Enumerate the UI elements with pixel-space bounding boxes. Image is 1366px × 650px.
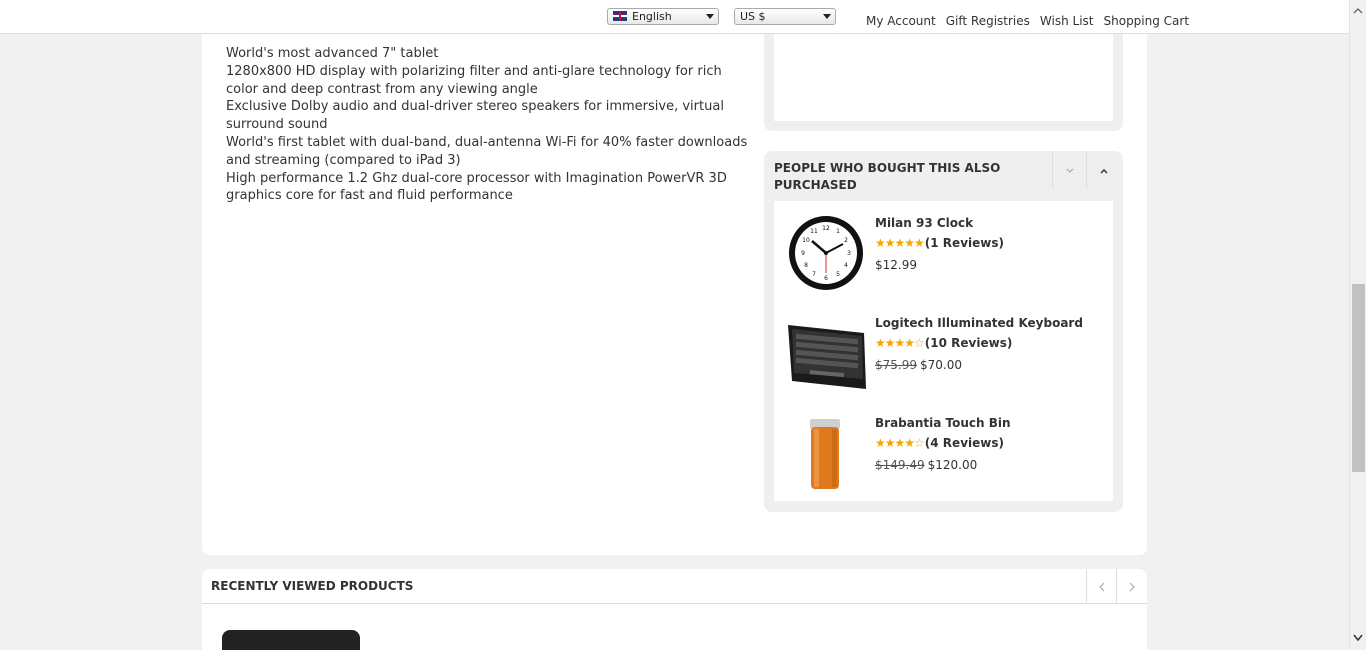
product-price: $149.49 $120.00	[875, 458, 977, 472]
scroll-up-icon[interactable]	[1353, 6, 1363, 16]
current-price: $120.00	[927, 458, 978, 472]
page-scrollbar[interactable]	[1349, 0, 1366, 650]
review-count[interactable]: (10 Reviews)	[925, 336, 1013, 350]
scroll-down-icon[interactable]	[1353, 634, 1363, 642]
product-rating: ★★★★★(1 Reviews)	[875, 236, 1004, 250]
svg-text:1: 1	[836, 228, 840, 235]
svg-text:8: 8	[804, 262, 808, 269]
feature-item: World's first tablet with dual-band, dua…	[226, 134, 748, 168]
account-links: My Account Gift Registries Wish List Shoppi…	[866, 14, 1199, 28]
recently-viewed-header: RECENTLY VIEWED PRODUCTS	[202, 569, 1147, 604]
collapse-up-button[interactable]	[1086, 151, 1120, 189]
currency-select[interactable]: US $	[734, 8, 836, 25]
product-rating: ★★★★☆(4 Reviews)	[875, 436, 1004, 450]
my-account-link[interactable]: My Account	[866, 14, 936, 28]
chevron-up-icon	[1099, 168, 1108, 174]
collapse-down-button[interactable]	[1052, 151, 1086, 189]
current-price: $12.99	[875, 258, 917, 272]
chevron-left-icon	[1098, 582, 1104, 591]
svg-text:7: 7	[812, 271, 816, 278]
review-count[interactable]: (4 Reviews)	[925, 436, 1004, 450]
old-price: $149.49	[875, 458, 925, 472]
also-purchased-list: 12 1 2 345 678 9 10 11 Milan 93 Clock ★★★★★(…	[774, 201, 1113, 501]
svg-text:4: 4	[844, 262, 848, 269]
top-bar: English US $ My Account Gift Registries Wi…	[0, 0, 1349, 34]
star-rating-icon: ★★★★☆	[875, 436, 925, 450]
language-value: English	[632, 10, 672, 23]
product-image[interactable]	[786, 413, 866, 493]
feature-list: World's most advanced 7" tablet 1280x800…	[226, 45, 751, 205]
chevron-down-icon	[706, 14, 714, 19]
uk-flag-icon	[613, 11, 627, 21]
svg-text:6: 6	[824, 275, 828, 282]
bin-image	[810, 419, 840, 489]
svg-text:2: 2	[844, 237, 848, 244]
svg-text:10: 10	[802, 237, 810, 244]
svg-text:12: 12	[822, 225, 830, 232]
also-purchased-box: PEOPLE WHO BOUGHT THIS ALSO PURCHASED 12…	[764, 151, 1123, 512]
svg-text:11: 11	[810, 228, 818, 235]
star-rating-icon: ★★★★★	[875, 236, 925, 250]
chevron-down-icon	[823, 14, 831, 19]
chevron-right-icon	[1129, 582, 1135, 591]
shopping-cart-link[interactable]: Shopping Cart	[1104, 14, 1190, 28]
product-item[interactable]: Logitech Illuminated Keyboard ★★★★☆(10 R…	[774, 303, 1113, 393]
product-name[interactable]: Logitech Illuminated Keyboard	[875, 316, 1083, 330]
language-select[interactable]: English	[607, 8, 719, 25]
review-count[interactable]: (1 Reviews)	[925, 236, 1004, 250]
gift-registries-link[interactable]: Gift Registries	[946, 14, 1030, 28]
product-item[interactable]: 12 1 2 3 45 6 78 9 10 11 Milan 93 Clock ★★★★★(…	[774, 203, 1113, 293]
product-price: $75.99 $70.00	[875, 358, 962, 372]
product-price: $12.99	[875, 258, 917, 272]
product-rating: ★★★★☆(10 Reviews)	[875, 336, 1012, 350]
product-image[interactable]	[786, 313, 866, 393]
also-purchased-title: PEOPLE WHO BOUGHT THIS ALSO PURCHASED	[774, 161, 1001, 192]
feature-item: World's most advanced 7" tablet	[226, 46, 439, 61]
feature-item: Exclusive Dolby audio and dual-driver st…	[226, 99, 724, 133]
old-price: $75.99	[875, 358, 917, 372]
product-name[interactable]: Milan 93 Clock	[875, 216, 973, 230]
scrollbar-thumb[interactable]	[1352, 284, 1365, 472]
product-name[interactable]: Brabantia Touch Bin	[875, 416, 1011, 430]
svg-text:3: 3	[847, 250, 851, 257]
wish-list-link[interactable]: Wish List	[1040, 14, 1094, 28]
product-item[interactable]: Brabantia Touch Bin ★★★★☆(4 Reviews) $14…	[774, 403, 1113, 493]
prev-button[interactable]	[1086, 569, 1116, 604]
current-price: $70.00	[920, 358, 962, 372]
keyboard-image	[788, 325, 866, 389]
clock-image: 12 12 3 45 6 78 9 1011	[789, 216, 863, 290]
feature-item: High performance 1.2 Ghz dual-core proce…	[226, 170, 727, 204]
feature-item: 1280x800 HD display with polarizing filt…	[226, 63, 722, 97]
star-rating-icon: ★★★★☆	[875, 336, 925, 350]
product-image[interactable]: 12 1 2 3 45 6 78 9 10 11	[786, 213, 866, 293]
next-button[interactable]	[1116, 569, 1146, 604]
svg-text:9: 9	[801, 250, 805, 257]
currency-value: US $	[740, 10, 766, 23]
recently-viewed-title: RECENTLY VIEWED PRODUCTS	[211, 579, 414, 593]
recently-viewed-panel: RECENTLY VIEWED PRODUCTS	[202, 569, 1147, 650]
chevron-down-icon	[1066, 168, 1073, 173]
recent-product-image[interactable]	[222, 630, 360, 650]
svg-text:5: 5	[836, 271, 840, 278]
